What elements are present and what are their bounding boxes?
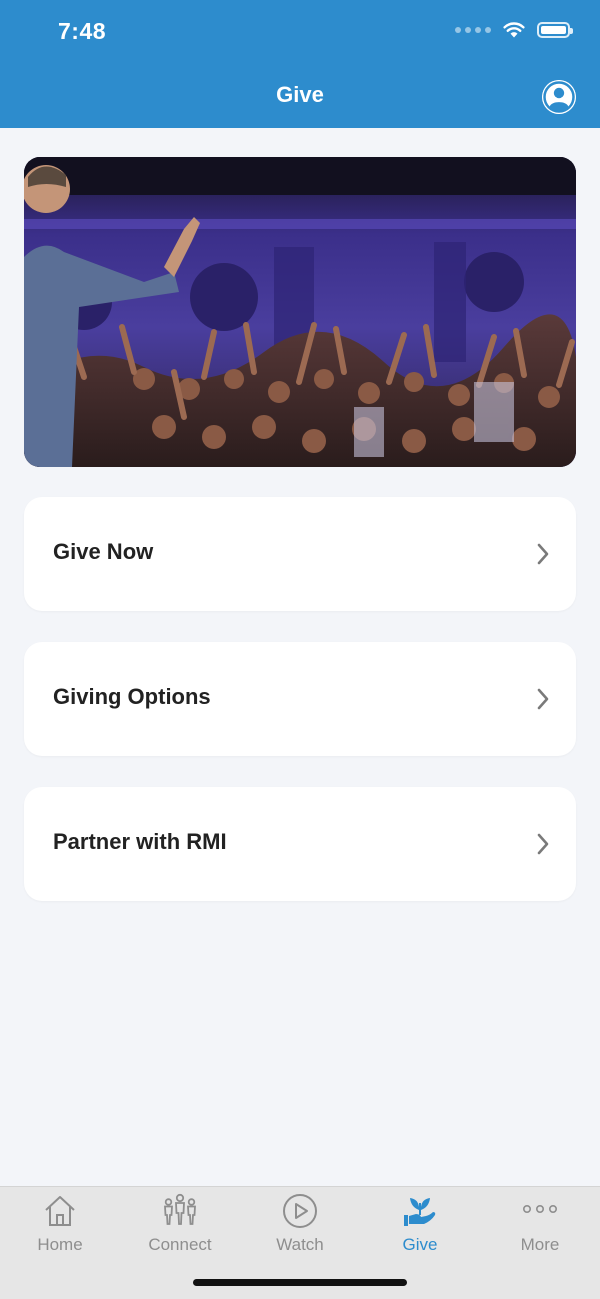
partner-with-rmi-button[interactable]: Partner with RMI [24,787,576,901]
tab-watch[interactable]: Watch [240,1187,360,1267]
battery-icon [537,22,573,38]
play-circle-icon [283,1194,317,1228]
worship-crowd-image [24,157,576,467]
tab-label: Home [37,1235,83,1254]
tab-connect[interactable]: Connect [120,1187,240,1267]
more-dots-icon [522,1205,557,1214]
profile-button[interactable] [542,80,576,114]
giving-options-button[interactable]: Giving Options [24,642,576,756]
tab-give[interactable]: Give [360,1187,480,1267]
cellular-signal-icon [455,27,491,33]
page-title: Give [276,82,324,107]
tab-label: More [520,1235,560,1254]
tab-label: Give [402,1235,438,1254]
people-icon [164,1193,196,1225]
card-label: Giving Options [53,684,211,709]
tab-label: Watch [276,1235,324,1254]
wifi-icon [503,22,525,38]
chevron-right-icon [537,688,549,710]
tab-home[interactable]: Home [0,1187,120,1267]
give-now-button[interactable]: Give Now [24,497,576,611]
status-time: 7:48 [58,18,107,44]
user-avatar-icon [542,80,576,114]
card-label: Partner with RMI [53,829,227,854]
home-indicator[interactable] [193,1279,407,1286]
app-header: 7:48 Give [0,0,600,128]
chevron-right-icon [537,543,549,565]
chevron-right-icon [537,833,549,855]
card-label: Give Now [53,539,154,564]
tab-more[interactable]: More [480,1187,600,1267]
home-icon [45,1196,75,1226]
hand-plant-icon [404,1198,436,1226]
tab-label: Connect [148,1235,212,1254]
hero-image [24,157,576,467]
status-icons [455,22,573,38]
